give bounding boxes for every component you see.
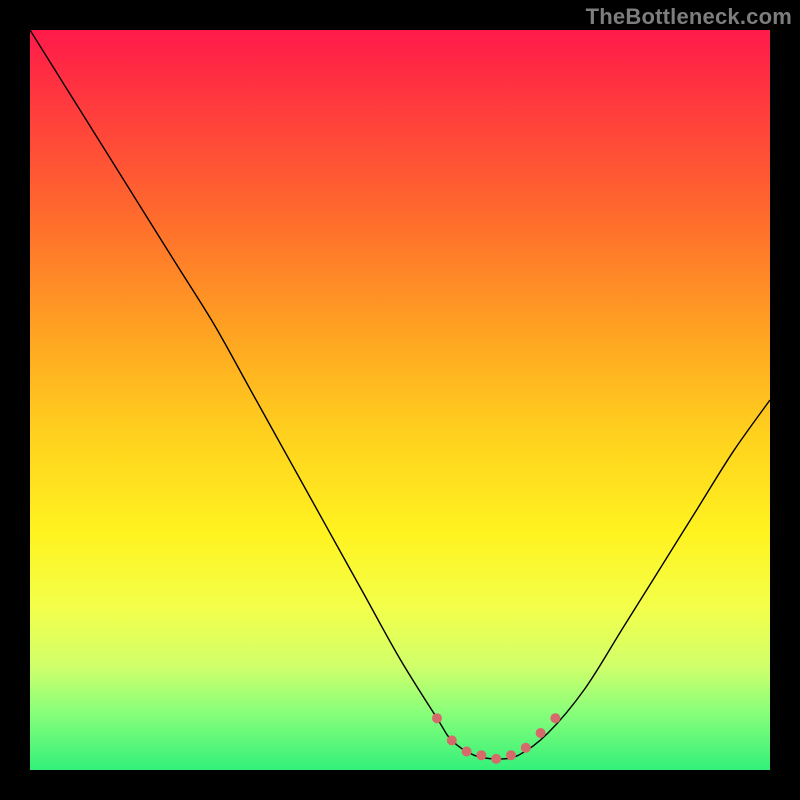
watermark-text: TheBottleneck.com bbox=[586, 4, 792, 30]
curve-marker bbox=[536, 728, 546, 738]
plot-area bbox=[30, 30, 770, 770]
curve-marker bbox=[521, 743, 531, 753]
curve-marker bbox=[476, 750, 486, 760]
curve-marker bbox=[432, 713, 442, 723]
curve-marker bbox=[447, 735, 457, 745]
curve-marker bbox=[462, 747, 472, 757]
curve-marker bbox=[506, 750, 516, 760]
curve-marker bbox=[550, 713, 560, 723]
curve-marker bbox=[491, 754, 501, 764]
bottleneck-curve bbox=[30, 30, 770, 759]
curve-svg bbox=[30, 30, 770, 770]
chart-frame: TheBottleneck.com bbox=[0, 0, 800, 800]
